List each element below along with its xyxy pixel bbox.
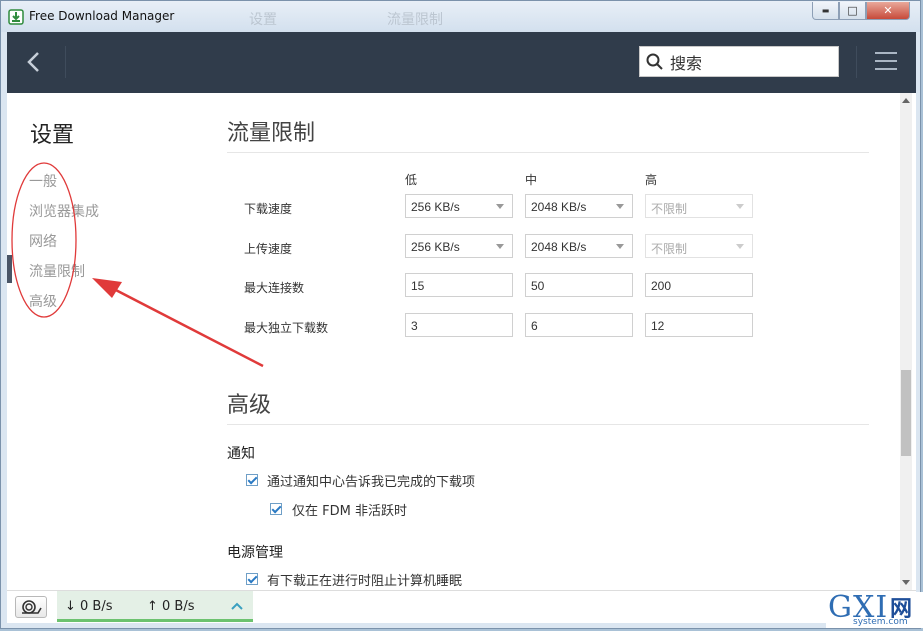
notify-completed-checkbox[interactable] — [246, 474, 258, 486]
upload-speed-text: ↑ 0 B/s — [147, 599, 195, 614]
page-title: 设置 — [30, 123, 75, 148]
snail-icon — [22, 600, 42, 614]
row-label-download-speed: 下载速度 — [244, 202, 293, 216]
upload-speed-high-select[interactable]: 不限制 — [645, 234, 753, 258]
row-label-max-connections: 最大连接数 — [244, 281, 305, 295]
hamburger-menu-icon[interactable] — [875, 52, 897, 72]
max-connections-medium-input[interactable]: 50 — [525, 273, 633, 297]
vertical-scrollbar[interactable] — [900, 93, 912, 590]
header-divider — [856, 46, 857, 78]
search-placeholder: 搜索 — [670, 53, 703, 73]
row-label-max-downloads: 最大独立下载数 — [244, 321, 329, 335]
max-downloads-medium-input[interactable]: 6 — [525, 313, 633, 337]
divider — [227, 424, 869, 425]
search-input[interactable]: 搜索 — [639, 46, 839, 77]
power-management-subheading: 电源管理 — [227, 545, 283, 561]
sidebar-item-browser-integration[interactable]: 浏览器集成 — [29, 201, 99, 221]
upload-speed-low-select[interactable]: 256 KB/s — [405, 234, 513, 258]
app-logo-icon — [8, 9, 24, 25]
max-downloads-high-input[interactable]: 12 — [645, 313, 753, 337]
notify-inactive-only-checkbox[interactable] — [270, 503, 282, 515]
download-speed-high-select[interactable]: 不限制 — [645, 194, 753, 218]
notifications-subheading: 通知 — [227, 446, 255, 462]
max-connections-high-input[interactable]: 200 — [645, 273, 753, 297]
chevron-down-icon — [496, 244, 504, 249]
download-speed-low-select[interactable]: 256 KB/s — [405, 194, 513, 218]
app-header: 搜索 — [7, 32, 916, 93]
scroll-up-icon[interactable] — [902, 98, 910, 103]
chevron-down-icon — [736, 244, 744, 249]
close-icon: ✕ — [883, 4, 893, 17]
close-button[interactable]: ✕ — [866, 2, 910, 20]
column-medium: 中 — [525, 173, 538, 187]
notify-inactive-only-label: 仅在 FDM 非活跃时 — [292, 504, 407, 519]
sidebar-item-traffic-limits[interactable]: 流量限制 — [29, 261, 85, 281]
chevron-up-icon[interactable] — [231, 602, 243, 610]
watermark-logo: GXI 网 system.com — [826, 590, 923, 628]
sidebar-item-advanced[interactable]: 高级 — [29, 291, 57, 311]
traffic-heading: 流量限制 — [227, 121, 316, 146]
background-window-title-1: 设置 — [249, 12, 277, 28]
settings-content: 设置 一般 浏览器集成 网络 流量限制 高级 流量限制 低 中 高 下载速度 2… — [7, 93, 916, 590]
app-window: Free Download Manager 设置 流量限制 ▬ □ ✕ 搜索 设… — [0, 0, 921, 629]
max-downloads-low-input[interactable]: 3 — [405, 313, 513, 337]
maximize-button[interactable]: □ — [839, 2, 866, 20]
sidebar-item-network[interactable]: 网络 — [29, 231, 57, 251]
notify-completed-label: 通过通知中心告诉我已完成的下载项 — [267, 475, 476, 490]
speed-mode-button[interactable] — [15, 596, 47, 618]
watermark-url: system.com — [853, 617, 908, 627]
chevron-down-icon — [616, 244, 624, 249]
download-speed-text: ↓ 0 B/s — [65, 599, 113, 614]
chevron-down-icon — [736, 204, 744, 209]
search-icon — [646, 53, 663, 70]
divider — [227, 152, 869, 153]
back-arrow-icon[interactable] — [23, 50, 45, 74]
max-connections-low-input[interactable]: 15 — [405, 273, 513, 297]
upload-speed-medium-select[interactable]: 2048 KB/s — [525, 234, 633, 258]
sidebar-item-general[interactable]: 一般 — [29, 171, 57, 191]
minimize-button[interactable]: ▬ — [812, 2, 839, 20]
maximize-icon: □ — [847, 4, 858, 17]
scrollbar-thumb[interactable] — [901, 370, 911, 456]
prevent-sleep-label: 有下载正在进行时阻止计算机睡眠 — [267, 574, 463, 589]
minimize-icon: ▬ — [821, 6, 830, 15]
background-window-title-2: 流量限制 — [387, 12, 443, 28]
download-speed-medium-select[interactable]: 2048 KB/s — [525, 194, 633, 218]
column-low: 低 — [405, 173, 418, 187]
advanced-heading: 高级 — [227, 393, 272, 418]
column-high: 高 — [645, 173, 658, 187]
chevron-down-icon — [496, 204, 504, 209]
chevron-down-icon — [616, 204, 624, 209]
window-title: Free Download Manager — [29, 9, 175, 23]
row-label-upload-speed: 上传速度 — [244, 242, 293, 256]
scroll-down-icon[interactable] — [902, 580, 910, 585]
speed-indicator[interactable]: ↓ 0 B/s ↑ 0 B/s — [57, 591, 253, 622]
title-bar: Free Download Manager 设置 流量限制 ▬ □ ✕ — [1, 1, 920, 32]
status-bar: ↓ 0 B/s ↑ 0 B/s — [7, 590, 916, 623]
header-divider — [65, 46, 66, 78]
prevent-sleep-checkbox[interactable] — [246, 573, 258, 585]
active-nav-indicator — [7, 255, 12, 283]
